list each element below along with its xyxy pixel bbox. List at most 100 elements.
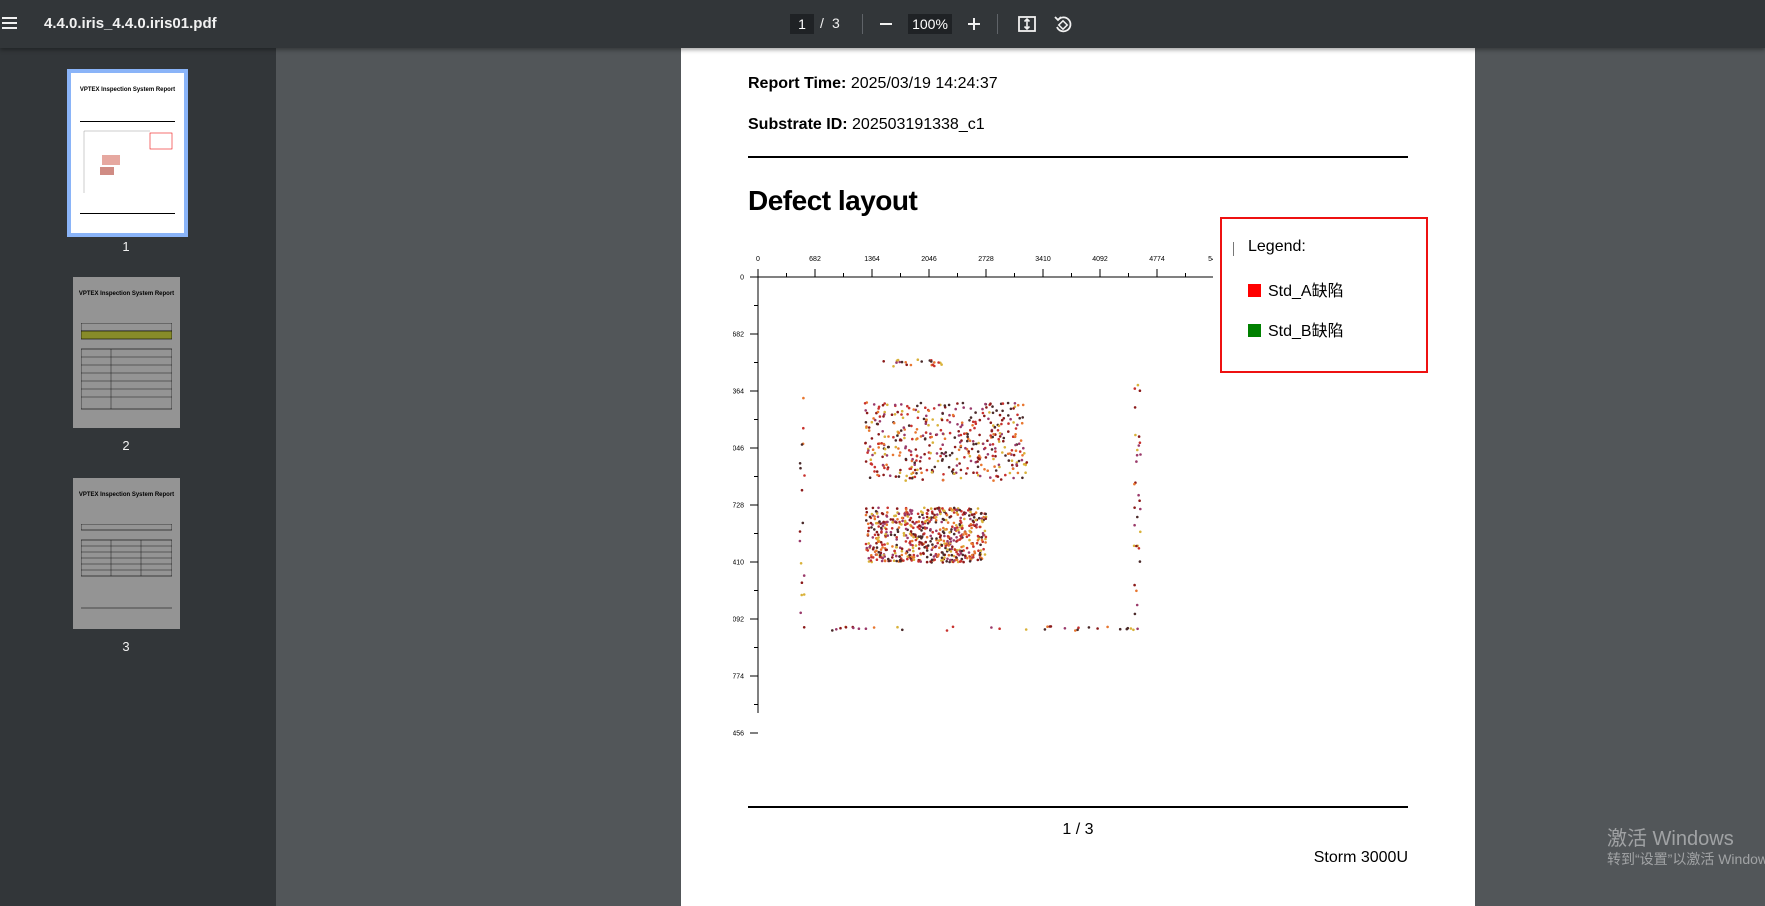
defect-point [893, 403, 897, 407]
defect-point [876, 515, 880, 519]
defect-point [967, 450, 970, 453]
footer-model: Storm 3000U [1313, 849, 1408, 866]
defect-point [1137, 444, 1141, 447]
defect-point [970, 513, 974, 516]
defect-point [925, 418, 928, 422]
defect-point [873, 517, 877, 521]
defect-point [996, 475, 1000, 478]
defect-point [981, 411, 985, 415]
defect-point [992, 479, 995, 482]
defect-point [883, 435, 887, 438]
fit-page-button[interactable] [1015, 12, 1039, 36]
defect-point [880, 530, 883, 533]
defect-point [1022, 446, 1025, 450]
defect-point [992, 433, 995, 436]
defect-point [898, 451, 902, 454]
defect-point [909, 363, 913, 367]
menu-icon[interactable] [0, 12, 22, 36]
defect-point [989, 402, 992, 405]
defect-point [953, 548, 957, 551]
defect-point [901, 519, 904, 523]
defect-point [933, 558, 936, 561]
defect-point [1020, 421, 1024, 425]
defect-point [894, 445, 898, 449]
defect-point [895, 538, 898, 541]
defect-point [884, 548, 888, 552]
defect-point [901, 416, 905, 420]
defect-point [894, 475, 898, 478]
thumbnail-page-1[interactable]: VPTEX Inspection System Report [67, 69, 188, 237]
defect-point [937, 361, 940, 364]
thumbnail-page-3[interactable]: VPTEX Inspection System Report [73, 478, 180, 629]
thumbnail-rule [80, 213, 175, 214]
thumbnail-table-icon [81, 524, 172, 609]
defect-point [893, 413, 897, 416]
defect-point [967, 534, 971, 537]
defect-point [875, 470, 879, 473]
defect-point [904, 540, 908, 543]
defect-point [942, 539, 946, 543]
defect-point [925, 468, 929, 472]
defect-point [1133, 612, 1137, 616]
defect-point [924, 520, 927, 523]
defect-point [879, 541, 883, 544]
file-title: 4.4.0.iris_4.4.0.iris01.pdf [44, 15, 217, 32]
defect-point [871, 448, 875, 451]
defect-point [1009, 417, 1012, 421]
defect-point [1133, 523, 1136, 527]
chart-legend: Legend: Std_A缺陷 Std_B缺陷 [1220, 217, 1428, 373]
defect-point [879, 548, 883, 551]
defect-point [964, 446, 967, 450]
defect-point [873, 533, 877, 537]
defect-point [1139, 507, 1142, 511]
defect-point [1012, 453, 1016, 457]
defect-point [895, 507, 899, 510]
defect-point [897, 431, 901, 434]
rotate-button[interactable] [1051, 12, 1075, 36]
defect-point [949, 515, 953, 518]
defect-point [1133, 406, 1137, 409]
defect-point [963, 456, 966, 459]
defect-point [1138, 499, 1141, 503]
defect-point [1016, 413, 1019, 417]
defect-point [802, 396, 805, 400]
defect-point [911, 546, 915, 550]
defect-point [943, 556, 946, 559]
defect-point [916, 468, 919, 472]
defect-point [1129, 627, 1133, 630]
defect-point [935, 433, 939, 436]
zoom-out-button[interactable] [874, 12, 898, 36]
defect-point [891, 521, 894, 524]
defect-point [1011, 467, 1015, 471]
defect-point [895, 361, 898, 364]
defect-point [929, 432, 932, 435]
defect-point [938, 528, 942, 531]
defect-point [950, 470, 954, 473]
defect-point [801, 521, 805, 525]
page-number-input[interactable]: 1 [790, 14, 814, 34]
substrate-id: Substrate ID: 202503191338_c1 [748, 116, 985, 134]
defect-point [946, 548, 949, 551]
defect-point [1135, 460, 1138, 463]
defect-point [1138, 441, 1142, 444]
x-tick-label: 3410 [1035, 256, 1051, 263]
defect-point [1135, 603, 1139, 607]
defect-point [881, 430, 884, 433]
zoom-in-button[interactable] [962, 12, 986, 36]
defect-point [959, 444, 963, 448]
defect-point [955, 558, 959, 562]
defect-point [1004, 473, 1007, 477]
defect-point [911, 520, 914, 524]
defect-point [952, 539, 956, 542]
defect-point [889, 530, 893, 534]
defect-point [951, 625, 955, 629]
defect-point [923, 437, 927, 440]
defect-point [893, 533, 897, 537]
thumbnail-page-2[interactable]: VPTEX Inspection System Report [73, 277, 180, 428]
defect-point [904, 445, 908, 448]
defect-layout-chart: 0 682 1364 2046 2728 3410 4092 4774 546 0 682 1364 2… [733, 256, 1213, 738]
defect-point [978, 458, 981, 461]
zoom-level-input[interactable]: 100% [908, 14, 952, 34]
defect-point [925, 526, 929, 530]
x-tick-label: 4774 [1149, 256, 1165, 263]
